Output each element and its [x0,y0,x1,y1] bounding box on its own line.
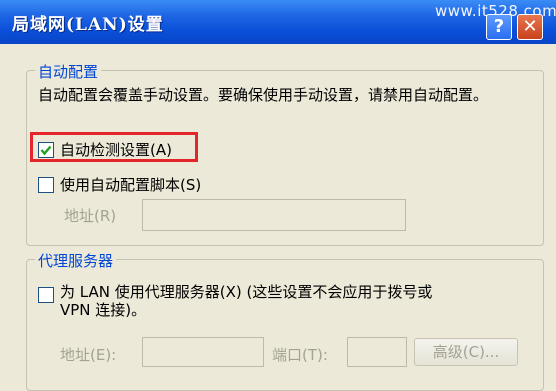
proxy-server-group [26,259,544,391]
proxy-address-input[interactable] [142,337,264,367]
use-script-label[interactable]: 使用自动配置脚本(S) [60,174,201,195]
use-script-row[interactable]: 使用自动配置脚本(S) [38,174,201,195]
close-button[interactable]: ✕ [517,14,543,40]
use-proxy-checkbox[interactable] [38,287,54,303]
proxy-port-input[interactable] [347,337,407,367]
auto-config-description: 自动配置会覆盖手动设置。要确保使用手动设置，请禁用自动配置。 [38,86,489,104]
use-proxy-label-line1: 为 LAN 使用代理服务器(X) (这些设置不会应用于拨号或 [60,283,433,301]
auto-config-legend: 自动配置 [35,61,102,82]
highlight-box [30,132,198,162]
title-bar: 局域网(LAN)设置 www.it528.com ? ✕ [0,0,556,44]
use-script-checkbox[interactable] [38,176,54,193]
proxy-address-label: 地址(E): [60,346,117,364]
use-proxy-row[interactable]: 为 LAN 使用代理服务器(X) (这些设置不会应用于拨号或 VPN 连接)。 [38,283,432,319]
window-title: 局域网(LAN)设置 [12,15,164,35]
proxy-server-legend: 代理服务器 [35,250,117,271]
advanced-button[interactable]: 高级(C)... [414,338,518,366]
script-address-label: 地址(R) [64,207,117,225]
close-icon: ✕ [522,16,538,37]
help-button[interactable]: ? [486,14,512,40]
use-proxy-label-line2: VPN 连接)。 [60,301,147,319]
proxy-port-label: 端口(T): [272,346,328,364]
use-proxy-label[interactable]: 为 LAN 使用代理服务器(X) (这些设置不会应用于拨号或 VPN 连接)。 [60,283,432,319]
script-address-input[interactable] [142,199,406,231]
question-mark-icon: ? [493,16,505,37]
